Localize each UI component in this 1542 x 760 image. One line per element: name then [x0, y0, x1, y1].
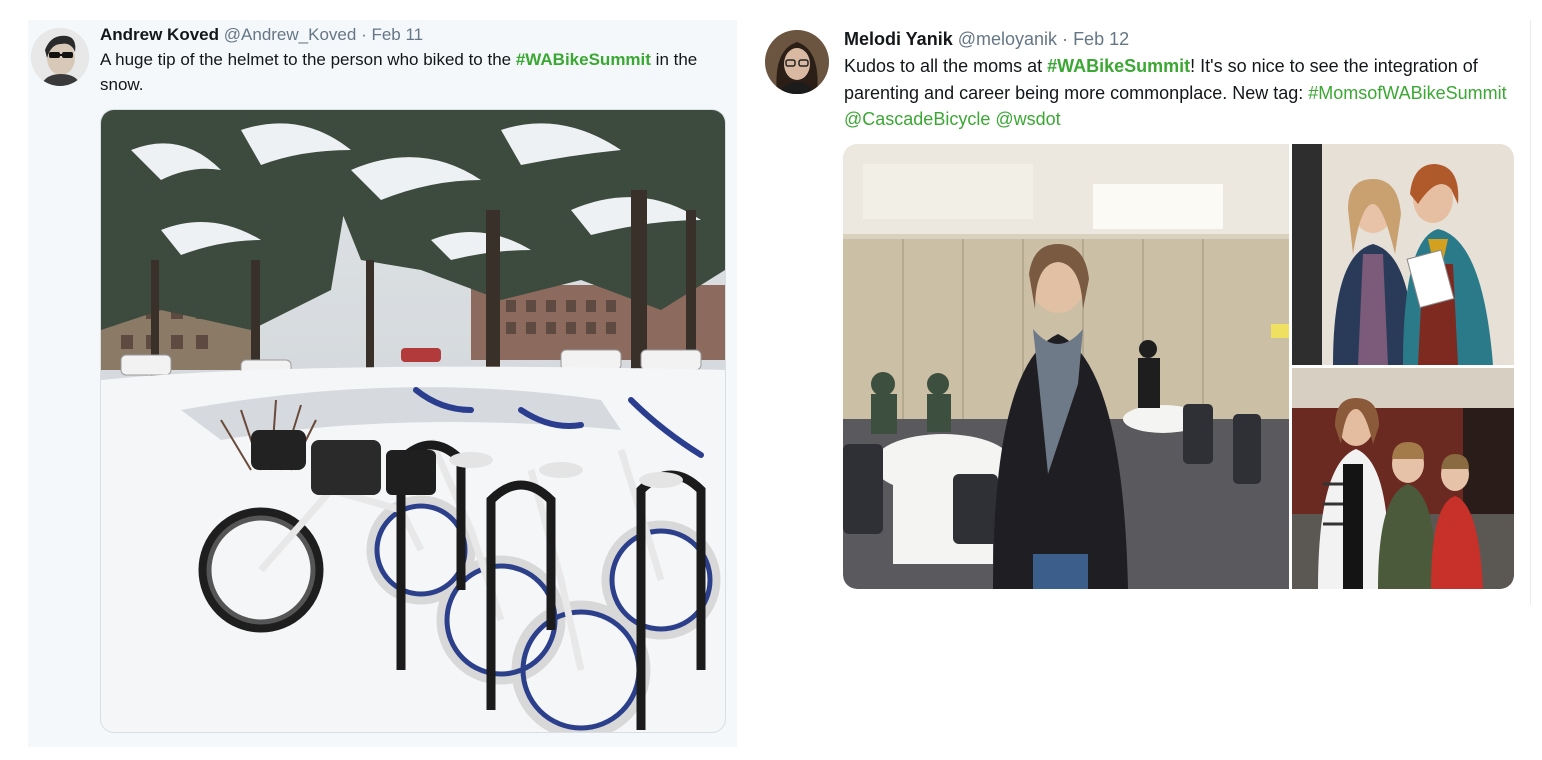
photo-collage-icon: [843, 144, 1514, 589]
author-avatar[interactable]: [765, 30, 829, 94]
author-handle[interactable]: @Andrew_Koved: [224, 25, 357, 44]
tweet-photo-grid: [843, 144, 1514, 589]
meta-separator: ·: [1062, 29, 1069, 49]
tweet-text: Kudos to all the moms at #WABikeSummit! …: [844, 53, 1514, 133]
author-handle[interactable]: @meloyanik: [958, 29, 1057, 49]
author-name[interactable]: Melodi Yanik: [844, 29, 953, 49]
tweet-card[interactable]: Melodi Yanik @meloyanik · Feb 12 Kudos t…: [760, 20, 1531, 605]
tweet-photo[interactable]: [100, 109, 726, 733]
author-avatar[interactable]: [31, 28, 89, 86]
hashtag-link[interactable]: #WABikeSummit: [1047, 56, 1190, 76]
meta-separator: ·: [361, 25, 367, 44]
tweet-date[interactable]: Feb 11: [371, 25, 423, 44]
avatar-photo-icon: [31, 28, 89, 86]
tweet-text-part: A huge tip of the helmet to the person w…: [100, 50, 516, 69]
tweet-header: Melodi Yanik @meloyanik · Feb 12: [844, 29, 1129, 50]
mention-link[interactable]: @wsdot: [995, 109, 1060, 129]
conference-room-photo-icon: [843, 144, 1289, 589]
hashtag-link[interactable]: #WABikeSummit: [516, 50, 651, 69]
tweet-date[interactable]: Feb 12: [1073, 29, 1129, 49]
hashtag-link[interactable]: #MomsofWABikeSummit: [1308, 83, 1506, 103]
tweet-card[interactable]: Andrew Koved @Andrew_Koved · Feb 11 A hu…: [28, 20, 737, 747]
author-name[interactable]: Andrew Koved: [100, 25, 219, 44]
tweet-header: Andrew Koved @Andrew_Koved · Feb 11: [100, 25, 423, 45]
mention-link[interactable]: @CascadeBicycle: [844, 109, 990, 129]
tweet-text-part: Kudos to all the moms at: [844, 56, 1048, 76]
two-women-photo-icon: [1292, 144, 1514, 365]
snowy-bike-rack-photo-icon: [101, 110, 725, 732]
tweet-text: A huge tip of the helmet to the person w…: [100, 47, 730, 97]
mother-with-children-photo-icon: [1292, 368, 1514, 589]
avatar-photo-icon: [765, 30, 829, 94]
